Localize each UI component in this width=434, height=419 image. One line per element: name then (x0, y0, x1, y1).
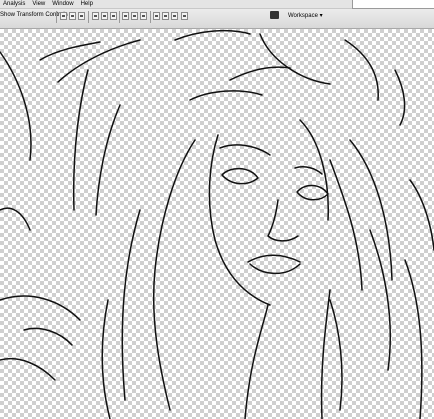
hair-stroke (229, 66, 291, 81)
toolbar-separator (88, 11, 89, 23)
toolbar-separator (150, 11, 151, 23)
distribute-horizontal-centers-icon[interactable] (162, 12, 169, 20)
eyebrow (294, 166, 323, 175)
toolbar-separator (119, 11, 120, 23)
menu-analysis[interactable]: Analysis (3, 0, 25, 8)
auto-align-layers-icon[interactable] (181, 12, 188, 20)
document-canvas[interactable] (0, 29, 434, 419)
options-bar: Show Transform Controls Workspace ▾ (0, 9, 434, 29)
hair-stroke (409, 179, 434, 251)
hair-stroke (121, 209, 141, 401)
mouth (249, 263, 301, 275)
hair-stroke (23, 327, 73, 346)
hair-stroke (39, 41, 101, 61)
hair-stroke (0, 207, 31, 231)
hair-stroke (349, 139, 393, 281)
workspace-icon[interactable] (270, 11, 279, 19)
align-right-edges-icon[interactable] (110, 12, 117, 20)
hair-stroke (152, 139, 196, 411)
hair-stroke (0, 51, 32, 161)
distribute-top-edges-icon[interactable] (122, 12, 129, 20)
neck-line (244, 304, 269, 419)
hair-stroke (369, 229, 392, 371)
hair-stroke (0, 358, 56, 381)
align-bottom-edges-icon[interactable] (78, 12, 85, 20)
distribute-vertical-centers-icon[interactable] (131, 12, 138, 20)
distribute-bottom-edges-icon[interactable] (140, 12, 147, 20)
menu-view[interactable]: View (32, 0, 45, 8)
distribute-left-edges-icon[interactable] (153, 12, 160, 20)
hair-stroke (57, 39, 141, 83)
eyebrow (219, 144, 271, 156)
menu-help[interactable]: Help (81, 0, 93, 8)
hair-stroke (101, 299, 111, 419)
hair-stroke (404, 259, 423, 419)
hair-stroke (189, 90, 263, 101)
search-panel-box[interactable] (352, 0, 434, 9)
align-top-edges-icon[interactable] (60, 12, 67, 20)
menu-window[interactable]: Window (52, 0, 73, 8)
hair-stroke (95, 104, 121, 216)
face-outline (208, 134, 271, 306)
mouth (247, 254, 301, 263)
hair-stroke (72, 69, 89, 211)
align-vertical-centers-icon[interactable] (69, 12, 76, 20)
nose (267, 199, 299, 242)
line-art-drawing (0, 29, 434, 419)
eye (221, 167, 259, 185)
hair-stroke (329, 299, 343, 411)
hair-stroke (259, 33, 331, 85)
show-transform-controls-checkbox[interactable]: Show Transform Controls (0, 12, 68, 18)
hair-stroke (344, 39, 379, 101)
workspace-menu[interactable]: Workspace ▾ (288, 12, 323, 19)
align-horizontal-centers-icon[interactable] (101, 12, 108, 20)
face-outline (299, 119, 329, 221)
align-left-edges-icon[interactable] (92, 12, 99, 20)
hair-stroke (329, 159, 363, 291)
hair-stroke (174, 29, 251, 41)
hair-stroke (0, 295, 81, 321)
neck-line (320, 289, 331, 419)
eye (296, 184, 329, 201)
distribute-right-edges-icon[interactable] (171, 12, 178, 20)
hair-stroke (394, 69, 406, 126)
toolbar-separator (56, 11, 57, 23)
